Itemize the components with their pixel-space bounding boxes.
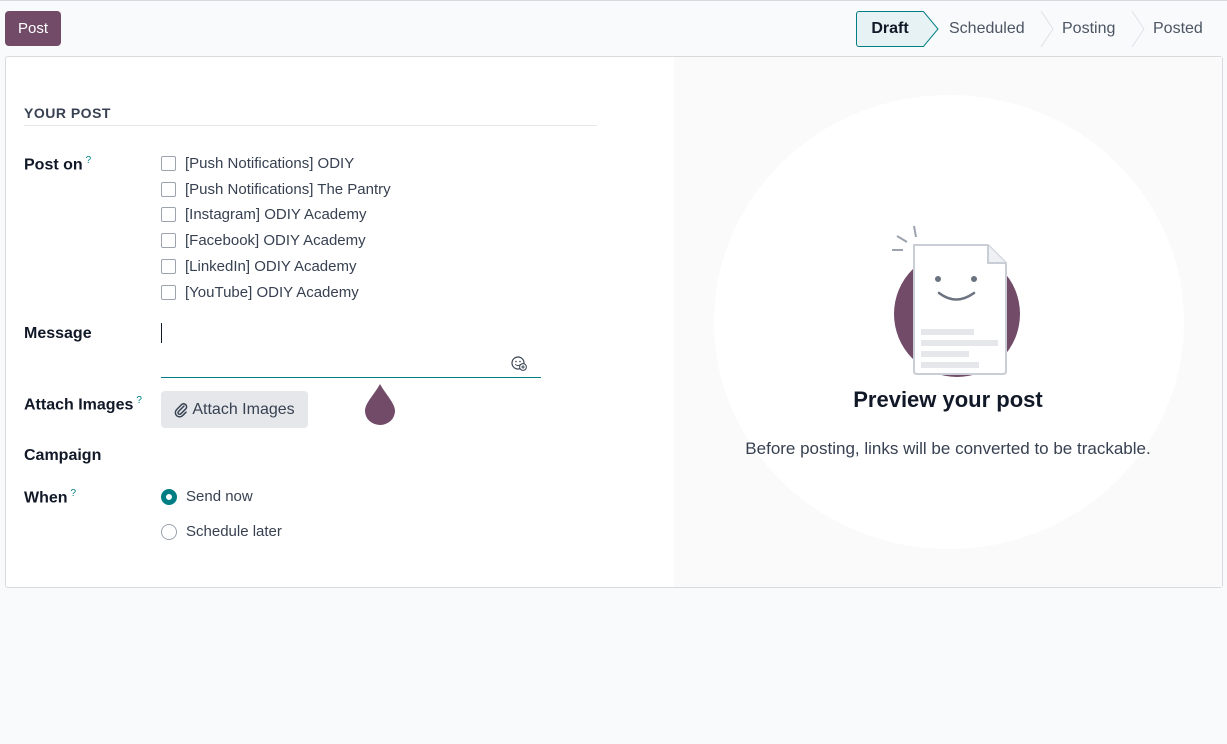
attach-images-label-text: Attach Images bbox=[24, 396, 134, 414]
preview-title: Preview your post bbox=[853, 387, 1043, 412]
account-checkbox[interactable] bbox=[161, 182, 176, 197]
post-on-label: Post on? bbox=[24, 155, 91, 174]
help-icon[interactable]: ? bbox=[136, 395, 142, 406]
account-label: [Facebook] ODIY Academy bbox=[185, 232, 366, 249]
when-label: When? bbox=[24, 488, 76, 507]
account-option[interactable]: [YouTube] ODIY Academy bbox=[161, 284, 359, 301]
attach-images-button[interactable]: Attach Images bbox=[161, 391, 308, 428]
account-checkbox[interactable] bbox=[161, 207, 176, 222]
drop-icon bbox=[365, 384, 395, 425]
schedule-later-radio[interactable] bbox=[161, 523, 177, 540]
when-option-send-now[interactable]: Send now bbox=[161, 488, 253, 505]
account-checkbox[interactable] bbox=[161, 259, 176, 274]
account-label: [Push Notifications] ODIY bbox=[185, 155, 355, 172]
preview-subtitle: Before posting, links will be converted … bbox=[745, 439, 1151, 458]
account-option[interactable]: [Instagram] ODIY Academy bbox=[161, 206, 366, 223]
account-label: [YouTube] ODIY Academy bbox=[185, 284, 359, 301]
account-option[interactable]: [Push Notifications] ODIY bbox=[161, 155, 354, 172]
account-option[interactable]: [Facebook] ODIY Academy bbox=[161, 232, 366, 249]
account-checkbox[interactable] bbox=[161, 285, 176, 300]
schedule-later-label: Schedule later bbox=[186, 523, 282, 540]
stage-posted[interactable]: Posted bbox=[1153, 11, 1203, 47]
stage-draft-arrow bbox=[923, 11, 939, 47]
post-button[interactable]: Post bbox=[5, 11, 61, 46]
account-label: [LinkedIn] ODIY Academy bbox=[185, 258, 357, 275]
post-form-card: YOUR POST Post on? [Push Notifications] … bbox=[5, 56, 1223, 588]
account-option[interactable]: [Push Notifications] The Pantry bbox=[161, 181, 391, 198]
account-checkbox[interactable] bbox=[161, 156, 176, 171]
when-label-text: When bbox=[24, 489, 68, 507]
status-bar: Draft Scheduled Posting Posted bbox=[856, 11, 1222, 47]
send-now-radio[interactable] bbox=[161, 488, 177, 505]
paperclip-icon bbox=[174, 402, 188, 418]
stage-scheduled[interactable]: Scheduled bbox=[949, 11, 1025, 47]
help-icon[interactable]: ? bbox=[71, 488, 77, 499]
send-now-label: Send now bbox=[186, 488, 253, 505]
help-icon[interactable]: ? bbox=[86, 155, 92, 166]
message-label: Message bbox=[24, 325, 92, 342]
attach-images-label: Attach Images? bbox=[24, 395, 142, 414]
preview-panel: Preview your post Before posting, links … bbox=[674, 57, 1222, 587]
emoji-icon[interactable] bbox=[511, 355, 527, 371]
stage-separator bbox=[1040, 11, 1054, 47]
account-label: [Instagram] ODIY Academy bbox=[185, 206, 367, 223]
stage-posting[interactable]: Posting bbox=[1062, 11, 1115, 47]
account-option[interactable]: [LinkedIn] ODIY Academy bbox=[161, 258, 356, 275]
campaign-label: Campaign bbox=[24, 447, 102, 464]
message-input[interactable] bbox=[161, 321, 541, 378]
section-title: YOUR POST bbox=[24, 105, 597, 126]
account-label: [Push Notifications] The Pantry bbox=[185, 181, 391, 198]
stage-draft[interactable]: Draft bbox=[856, 11, 924, 47]
stage-separator bbox=[1131, 11, 1145, 47]
document-face-icon bbox=[892, 225, 1020, 377]
text-caret bbox=[161, 323, 162, 343]
account-checkbox[interactable] bbox=[161, 233, 176, 248]
attach-images-button-label: Attach Images bbox=[192, 400, 295, 418]
top-divider bbox=[0, 0, 1227, 1]
when-option-schedule-later[interactable]: Schedule later bbox=[161, 523, 282, 540]
post-on-label-text: Post on bbox=[24, 156, 83, 174]
